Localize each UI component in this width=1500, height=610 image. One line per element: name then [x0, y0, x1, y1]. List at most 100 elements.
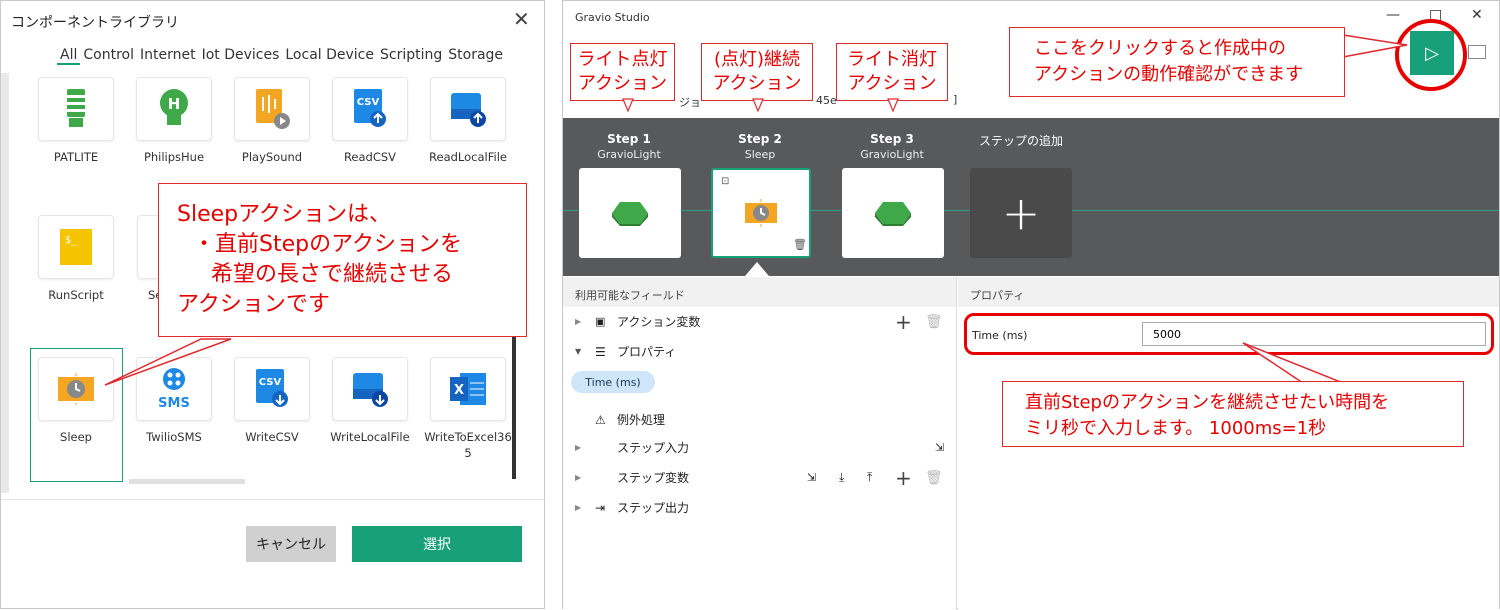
import-icon[interactable]: ⇲	[935, 441, 944, 454]
tab-control[interactable]: Control	[80, 47, 137, 65]
expand-icon[interactable]: ▶	[575, 317, 595, 326]
expand-icon[interactable]: ▶	[575, 503, 595, 512]
light-icon	[612, 202, 648, 226]
trash-icon[interactable]: 🗑	[925, 314, 943, 330]
row-label: ステップ入力	[617, 441, 690, 455]
component-label: ReadCSV	[343, 150, 397, 164]
bulb-icon: H	[136, 77, 212, 141]
step-name: Step 1	[607, 132, 651, 146]
step-3-card[interactable]	[842, 168, 944, 258]
close-icon[interactable]: ✕	[1471, 7, 1483, 23]
callout-line: ライト消灯	[847, 49, 937, 70]
tab-internet[interactable]: Internet	[137, 47, 199, 65]
tab-storage[interactable]: Storage	[445, 47, 506, 65]
export-icon: ⇥	[595, 500, 606, 515]
upload-icon[interactable]: ⤒	[867, 470, 872, 485]
drive-write-icon	[332, 357, 408, 421]
component-playsound[interactable]: PlaySound	[228, 77, 316, 165]
cancel-button[interactable]: キャンセル	[246, 526, 336, 562]
time-callout: 直前Stepのアクションを継続させたい時間を ミリ秒で入力します。 1000ms…	[1002, 381, 1464, 447]
tab-iot-devices[interactable]: Iot Devices	[199, 47, 283, 65]
component-readcsv[interactable]: CSV ReadCSV	[326, 77, 414, 165]
add-step-label: ステップの追加	[978, 134, 1063, 148]
add-step-button[interactable]: +	[970, 168, 1072, 258]
minimize-icon[interactable]: —	[1386, 7, 1400, 23]
exception-row[interactable]: ⚠ 例外処理	[595, 411, 665, 428]
selected-pointer	[745, 262, 769, 276]
vertical-scrollbar[interactable]	[512, 331, 516, 479]
callout-tails	[622, 98, 899, 113]
csv-read-icon: CSV	[332, 77, 408, 141]
step-1[interactable]: Step 1 GravioLight	[579, 132, 679, 161]
window-title: Gravio Studio	[575, 11, 650, 24]
component-label: TwilioSMS	[146, 430, 202, 444]
time-field-chip[interactable]: Time (ms)	[571, 371, 655, 393]
step-name: Step 3	[870, 132, 914, 146]
collapse-icon[interactable]: ▼	[575, 347, 595, 356]
callout-line: アクション	[712, 73, 802, 94]
component-label: PATLITE	[53, 150, 99, 164]
step-2-card[interactable]: ⊡ 🗑	[711, 168, 811, 258]
dialog-title: コンポーネントライブラリ	[11, 15, 179, 31]
properties-header: プロパティ	[958, 277, 1499, 307]
time-highlight	[964, 313, 1494, 355]
component-patlite[interactable]: PATLITE	[32, 77, 120, 165]
warning-icon: ⚠	[595, 412, 606, 427]
csv-text: CSV	[259, 377, 282, 388]
tab-scripting[interactable]: Scripting	[377, 47, 445, 65]
properties-row[interactable]: ▼ ☰ プロパティ	[575, 343, 676, 360]
horizontal-scrollbar[interactable]	[129, 479, 245, 484]
import-icon[interactable]: ⇲	[807, 471, 816, 484]
add-step[interactable]: ステップの追加	[961, 132, 1081, 149]
component-runscript[interactable]: $_ RunScript	[32, 215, 120, 303]
step-name: Step 2	[738, 132, 782, 146]
download-icon[interactable]: ⤓	[839, 470, 844, 485]
action-vars-row[interactable]: ▶ ▣ アクション変数 + 🗑	[575, 310, 945, 334]
step-vars-row[interactable]: ▶ ステップ変数 ⇲ ⤓ ⤒ + 🗑	[575, 466, 945, 490]
select-button[interactable]: 選択	[352, 526, 522, 562]
callout-line: アクションの動作確認ができます	[1034, 64, 1304, 85]
component-writelocalfile[interactable]: WriteLocalFile	[326, 357, 414, 445]
row-label: アクション変数	[617, 315, 701, 329]
callout-line: ここをクリックすると作成中の	[1034, 38, 1286, 59]
component-writetoexcel365[interactable]: X WriteToExcel365	[424, 357, 512, 461]
callout-line: アクション	[847, 73, 937, 94]
trash-icon[interactable]: 🗑	[793, 238, 807, 251]
console-icon[interactable]	[1468, 45, 1486, 59]
step-3[interactable]: Step 3 GravioLight	[842, 132, 942, 161]
component-writecsv[interactable]: CSV WriteCSV	[228, 357, 316, 445]
step-input-row[interactable]: ▶ ステップ入力 ⇲	[575, 439, 945, 456]
callout-line: アクションです	[177, 292, 330, 317]
bracket: ]	[953, 93, 958, 106]
available-fields-panel: 利用可能なフィールド ▶ ▣ アクション変数 + 🗑 ▼ ☰ プロパティ Tim…	[563, 277, 957, 610]
component-philipshue[interactable]: H PhilipsHue	[130, 77, 218, 165]
callout-line: ミリ秒で入力します。 1000ms=1秒	[1025, 418, 1327, 439]
component-label: PhilipsHue	[143, 150, 205, 164]
sms-text: SMS	[158, 396, 190, 411]
script-text: $_	[65, 235, 78, 246]
light-icon	[875, 202, 911, 226]
step-output-row[interactable]: ▶ ⇥ ステップ出力	[575, 499, 689, 516]
expand-icon[interactable]: ▶	[575, 473, 617, 482]
component-readlocalfile[interactable]: ReadLocalFile	[424, 77, 512, 165]
component-library-dialog: コンポーネントライブラリ ✕ All Control Internet Iot …	[0, 0, 546, 609]
step-type: GravioLight	[860, 148, 924, 161]
tab-all[interactable]: All	[57, 47, 81, 65]
expand-icon[interactable]: ▶	[575, 443, 617, 452]
footer-divider	[1, 499, 546, 500]
component-label: ReadLocalFile	[429, 150, 507, 164]
callout-line: アクション	[577, 73, 668, 94]
add-icon[interactable]: +	[895, 466, 912, 490]
step-1-card[interactable]	[579, 168, 681, 258]
row-label: プロパティ	[617, 345, 677, 359]
inspect-icon[interactable]: ⊡	[721, 176, 729, 187]
close-icon[interactable]: ✕	[513, 9, 530, 29]
tab-local-device[interactable]: Local Device	[282, 47, 377, 65]
step-2[interactable]: Step 2 Sleep	[710, 132, 810, 161]
add-icon[interactable]: +	[895, 310, 912, 334]
callout-line: (点灯)継続	[713, 49, 801, 70]
library-edge	[1, 73, 9, 493]
csv-text: CSV	[357, 97, 380, 108]
trash-icon[interactable]: 🗑	[925, 470, 943, 486]
drive-read-icon	[430, 77, 506, 141]
